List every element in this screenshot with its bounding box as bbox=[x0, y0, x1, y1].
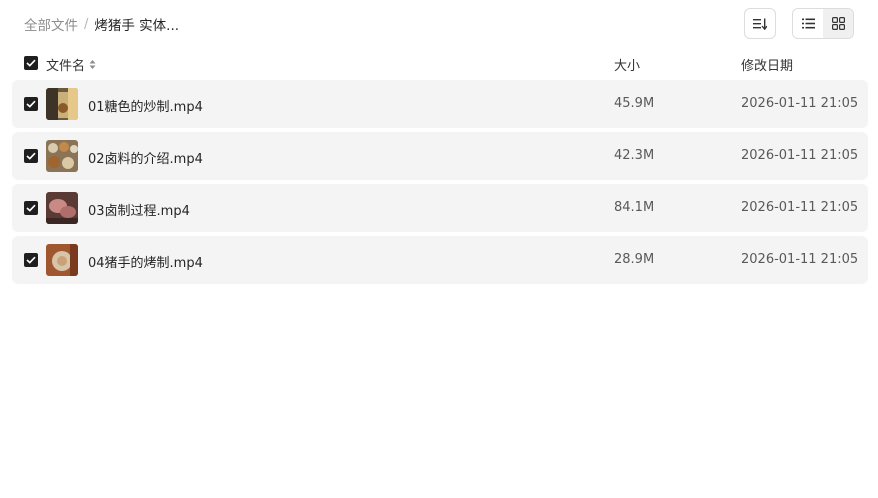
file-modified-date: 2026-01-11 21:05 bbox=[741, 200, 859, 215]
sort-arrows-icon bbox=[89, 60, 96, 69]
file-modified-date: 2026-01-11 21:05 bbox=[741, 96, 859, 111]
file-modified-date: 2026-01-11 21:05 bbox=[741, 252, 859, 267]
grid-view-icon bbox=[831, 17, 845, 30]
list-view-icon bbox=[801, 18, 815, 29]
checkmark-icon bbox=[26, 204, 36, 212]
file-name: 01糖色的炒制.mp4 bbox=[88, 100, 203, 115]
row-checkbox[interactable] bbox=[24, 97, 38, 111]
view-mode-toggle bbox=[792, 8, 854, 39]
video-thumbnail bbox=[46, 140, 78, 172]
file-size: 45.9M bbox=[614, 96, 655, 111]
breadcrumb-separator: / bbox=[84, 16, 89, 32]
file-name: 02卤料的介绍.mp4 bbox=[88, 152, 203, 167]
row-checkbox[interactable] bbox=[24, 149, 38, 163]
file-row[interactable]: 04猪手的烤制.mp4 28.9M 2026-01-11 21:05 bbox=[12, 236, 868, 284]
checkmark-icon bbox=[26, 152, 36, 160]
file-list: 01糖色的炒制.mp4 45.9M 2026-01-11 21:05 02卤料的… bbox=[12, 80, 868, 288]
file-name: 03卤制过程.mp4 bbox=[88, 204, 190, 219]
file-row[interactable]: 02卤料的介绍.mp4 42.3M 2026-01-11 21:05 bbox=[12, 132, 868, 180]
file-size: 28.9M bbox=[614, 252, 655, 267]
row-checkbox[interactable] bbox=[24, 253, 38, 267]
row-checkbox[interactable] bbox=[24, 201, 38, 215]
breadcrumb-current-folder: 烤猪手 实体... bbox=[94, 18, 180, 34]
video-thumbnail bbox=[46, 244, 78, 276]
top-bar: 全部文件 / 烤猪手 实体... bbox=[0, 0, 878, 48]
file-name: 04猪手的烤制.mp4 bbox=[88, 256, 203, 271]
file-modified-date: 2026-01-11 21:05 bbox=[741, 148, 859, 163]
column-header-size[interactable]: 大小 bbox=[614, 55, 640, 74]
breadcrumb-root-link[interactable]: 全部文件 bbox=[24, 14, 78, 34]
checkmark-icon bbox=[26, 256, 36, 264]
column-header-name-label: 文件名 bbox=[46, 59, 86, 74]
file-list-header: 文件名 大小 修改日期 bbox=[12, 50, 868, 78]
checkmark-icon bbox=[26, 100, 36, 108]
video-thumbnail bbox=[46, 192, 78, 224]
column-header-modified[interactable]: 修改日期 bbox=[741, 55, 793, 74]
file-row[interactable]: 03卤制过程.mp4 84.1M 2026-01-11 21:05 bbox=[12, 184, 868, 232]
sort-icon bbox=[753, 18, 767, 30]
file-size: 42.3M bbox=[614, 148, 655, 163]
select-all-checkbox[interactable] bbox=[24, 56, 38, 70]
grid-view-button[interactable] bbox=[823, 9, 853, 38]
column-header-name[interactable]: 文件名 bbox=[46, 55, 96, 74]
sort-button[interactable] bbox=[744, 8, 776, 39]
checkmark-icon bbox=[26, 59, 36, 67]
file-size: 84.1M bbox=[614, 200, 655, 215]
breadcrumb: 全部文件 / 烤猪手 实体... bbox=[24, 14, 180, 35]
list-view-button[interactable] bbox=[793, 9, 823, 38]
file-row[interactable]: 01糖色的炒制.mp4 45.9M 2026-01-11 21:05 bbox=[12, 80, 868, 128]
video-thumbnail bbox=[46, 88, 78, 120]
